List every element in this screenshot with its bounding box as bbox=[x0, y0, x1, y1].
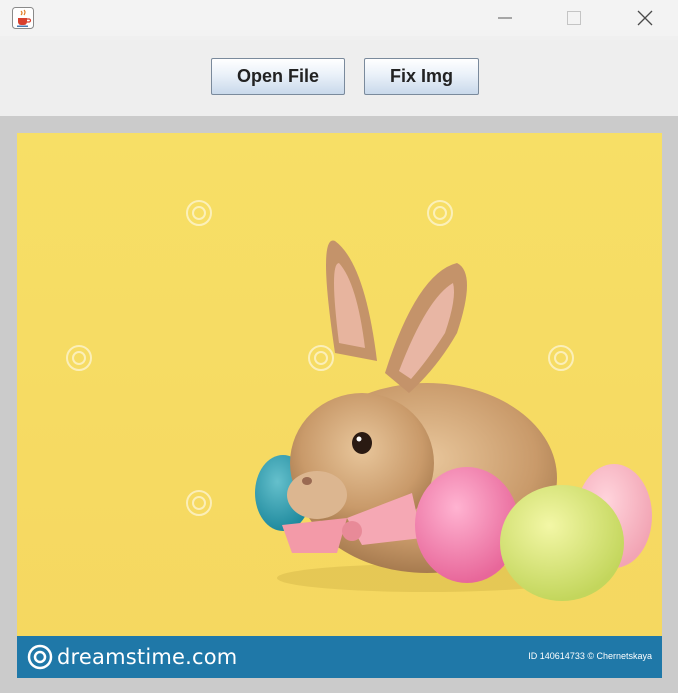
close-button[interactable] bbox=[622, 0, 668, 36]
bunny-image: dreamstime.com ID 140614733 © Chernetska… bbox=[17, 133, 662, 678]
banner-image-id: ID 140614733 © Chernetskaya bbox=[528, 651, 652, 661]
watermark-banner: dreamstime.com ID 140614733 © Chernetska… bbox=[17, 636, 662, 678]
close-icon bbox=[637, 10, 653, 26]
title-bar[interactable] bbox=[0, 0, 678, 36]
toolbar: Open File Fix Img bbox=[0, 40, 678, 116]
maximize-icon bbox=[567, 11, 581, 25]
open-file-button[interactable]: Open File bbox=[211, 58, 345, 95]
green-egg bbox=[500, 485, 624, 601]
java-cup-icon[interactable] bbox=[12, 7, 34, 29]
minimize-icon bbox=[498, 17, 512, 19]
maximize-button[interactable] bbox=[551, 0, 597, 36]
fix-img-button[interactable]: Fix Img bbox=[364, 58, 479, 95]
dreamstime-logo-icon bbox=[27, 644, 53, 670]
banner-brand: dreamstime.com bbox=[57, 645, 238, 669]
minimize-button[interactable] bbox=[482, 0, 528, 36]
image-panel: dreamstime.com ID 140614733 © Chernetska… bbox=[0, 116, 678, 693]
app-window: Open File Fix Img dreamstime.com ID 1406… bbox=[0, 0, 678, 693]
